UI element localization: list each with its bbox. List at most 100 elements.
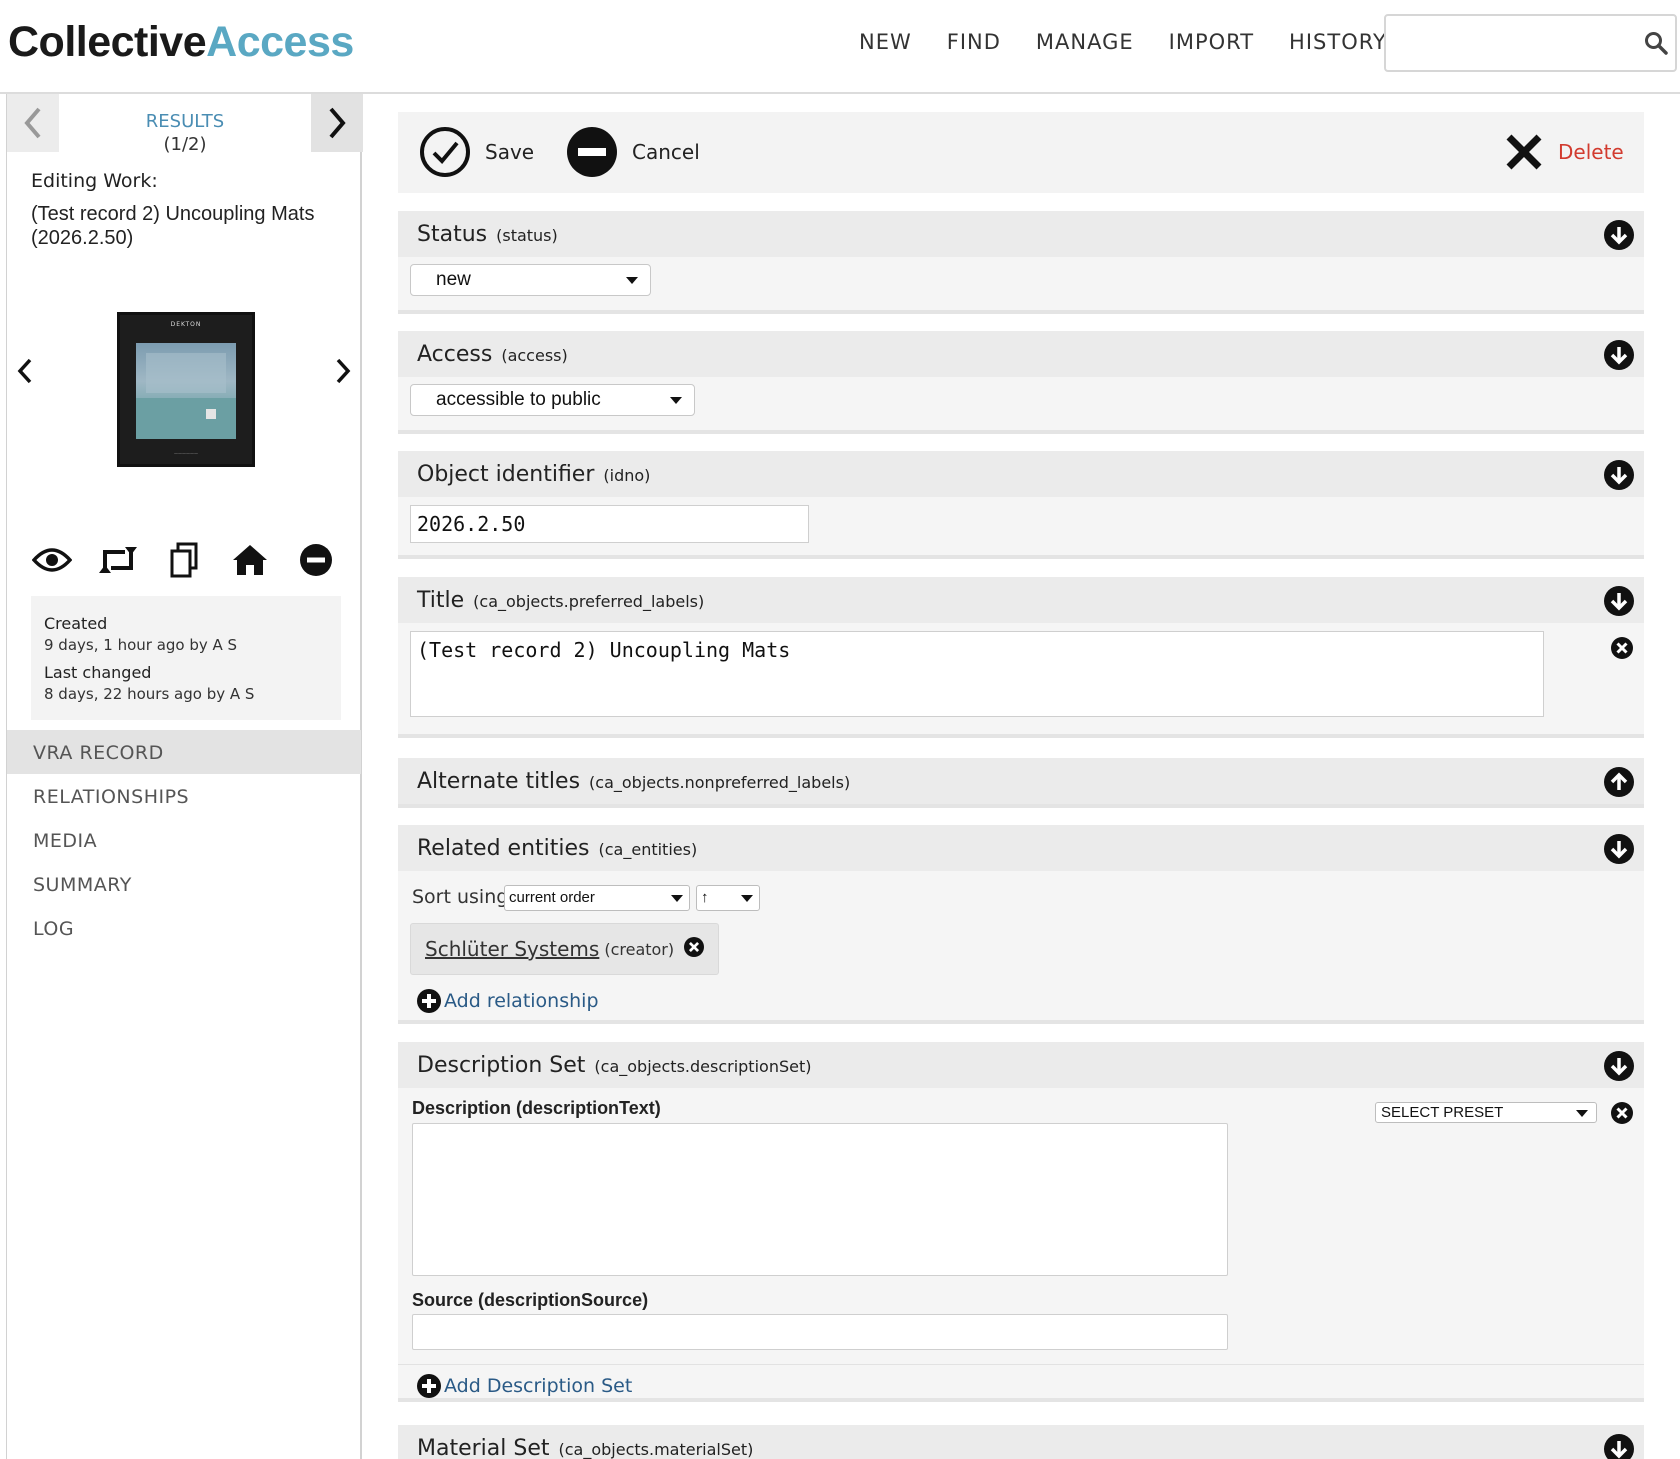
sort-direction-value: ↑ <box>701 889 709 906</box>
bundle-description-set: Description Set (ca_objects.descriptionS… <box>398 1042 1644 1402</box>
description-textarea[interactable] <box>412 1123 1228 1276</box>
remove-button[interactable] <box>293 540 339 580</box>
chevron-right-icon <box>329 107 346 139</box>
bundle-header: Status (status) <box>398 211 1644 257</box>
access-select[interactable]: accessible to public <box>410 384 695 416</box>
bundle-header: Alternate titles (ca_objects.nonpreferre… <box>398 758 1644 804</box>
add-relationship-button[interactable]: Add relationship <box>417 989 599 1013</box>
results-navigation: RESULTS (1/2) <box>7 94 363 155</box>
bundle-code: (ca_objects.preferred_labels) <box>473 592 705 611</box>
bundle-related-entities: Related entities (ca_entities) Sort usin… <box>398 825 1644 1024</box>
logo-text-access: Access <box>206 18 354 66</box>
bundle-alternate-titles: Alternate titles (ca_objects.nonpreferre… <box>398 758 1644 808</box>
created-value: 9 days, 1 hour ago by A S <box>44 636 238 654</box>
search-icon[interactable] <box>1643 30 1669 60</box>
collapse-toggle[interactable] <box>1604 1051 1634 1099</box>
bundle-title: Description Set <box>417 1053 586 1078</box>
media-thumbnail[interactable]: DEKTON —————— <box>117 312 255 467</box>
bundle-header: Access (access) <box>398 331 1644 377</box>
results-count: (1/2) <box>163 134 207 155</box>
related-entity-link[interactable]: Schlüter Systems <box>425 937 599 961</box>
search-box <box>1384 14 1677 72</box>
sidenav-media[interactable]: MEDIA <box>7 818 361 862</box>
source-field[interactable] <box>412 1314 1228 1350</box>
check-circle-icon <box>420 127 470 177</box>
search-input[interactable] <box>1394 18 1624 68</box>
preset-select[interactable]: SELECT PRESET <box>1375 1102 1597 1123</box>
change-type-button[interactable] <box>95 540 141 580</box>
source-code: (descriptionSource) <box>478 1290 649 1310</box>
record-metadata: Created 9 days, 1 hour ago by A S Last c… <box>31 596 341 720</box>
close-circle-icon <box>684 937 705 957</box>
nav-history[interactable]: HISTORY <box>1289 30 1387 54</box>
collapse-toggle[interactable] <box>1604 1434 1634 1459</box>
minus-circle-icon <box>567 127 617 177</box>
delete-button[interactable]: Delete <box>1504 124 1624 180</box>
plus-circle-icon <box>417 989 441 1013</box>
expand-toggle[interactable] <box>1604 767 1634 815</box>
collapse-toggle[interactable] <box>1604 220 1634 268</box>
sidenav-summary[interactable]: SUMMARY <box>7 862 361 906</box>
retweet-icon <box>99 547 137 573</box>
close-circle-icon <box>1611 1102 1633 1124</box>
source-label-text: Source <box>412 1290 474 1310</box>
nav-new[interactable]: NEW <box>859 30 912 54</box>
close-circle-icon <box>1611 637 1633 659</box>
add-description-set-button[interactable]: Add Description Set <box>417 1374 632 1398</box>
bundle-material-set: Material Set (ca_objects.materialSet) <box>398 1425 1644 1459</box>
collapse-toggle[interactable] <box>1604 586 1634 634</box>
cancel-label: Cancel <box>632 140 700 164</box>
arrow-up-circle-icon <box>1604 767 1634 797</box>
title-field[interactable]: (Test record 2) Uncoupling Mats <box>410 631 1544 717</box>
arrow-down-circle-icon <box>1604 1434 1634 1459</box>
bundle-title: Related entities <box>417 836 590 861</box>
thumbnail-brand-text: DEKTON <box>170 321 202 328</box>
sidenav-vra-record[interactable]: VRA RECORD <box>7 730 361 774</box>
sort-direction-select[interactable]: ↑ <box>696 885 760 911</box>
save-button[interactable]: Save <box>419 124 534 180</box>
app-logo[interactable]: CollectiveAccess <box>8 18 354 67</box>
duplicate-button[interactable] <box>161 540 207 580</box>
results-link[interactable]: RESULTS (1/2) <box>59 110 311 156</box>
bundle-code: (ca_objects.descriptionSet) <box>594 1057 812 1076</box>
media-next-button[interactable] <box>333 356 353 390</box>
sidenav-log[interactable]: LOG <box>7 906 361 950</box>
relationship-item: Schlüter Systems (creator) <box>410 923 720 975</box>
collapse-toggle[interactable] <box>1604 340 1634 388</box>
bundle-header: Object identifier (idno) <box>398 451 1644 497</box>
bundle-title: Material Set <box>417 1436 550 1459</box>
add-description-set-label: Add Description Set <box>444 1375 633 1397</box>
bundle-code: (ca_objects.materialSet) <box>558 1440 754 1459</box>
sort-label: Sort using <box>412 886 509 908</box>
collapse-toggle[interactable] <box>1604 460 1634 508</box>
divider <box>398 1364 1644 1365</box>
chevron-down-icon <box>670 397 682 404</box>
last-changed-value: 8 days, 22 hours ago by A S <box>44 685 255 703</box>
screen-nav: VRA RECORD RELATIONSHIPS MEDIA SUMMARY L… <box>7 730 361 950</box>
access-selected-value: accessible to public <box>436 389 601 410</box>
plus-circle-icon <box>417 1374 441 1398</box>
view-button[interactable] <box>29 540 75 580</box>
remove-title-button[interactable] <box>1611 637 1633 663</box>
results-next-button[interactable] <box>311 94 363 152</box>
bundle-code: (status) <box>496 226 558 245</box>
media-prev-button[interactable] <box>15 356 35 390</box>
idno-field[interactable]: 2026.2.50 <box>410 505 809 543</box>
set-home-location-button[interactable] <box>227 540 273 580</box>
nav-find[interactable]: FIND <box>947 30 1001 54</box>
eye-icon <box>32 548 72 572</box>
bundle-title: Title <box>417 588 465 613</box>
cancel-button[interactable]: Cancel <box>566 124 700 180</box>
results-prev-button[interactable] <box>7 94 59 152</box>
remove-relationship-button[interactable] <box>684 937 705 961</box>
nav-import[interactable]: IMPORT <box>1169 30 1254 54</box>
status-select[interactable]: new <box>410 264 651 296</box>
nav-manage[interactable]: MANAGE <box>1036 30 1134 54</box>
inspector-sidebar: RESULTS (1/2) Editing Work: (Test record… <box>6 94 363 1459</box>
sidenav-relationships[interactable]: RELATIONSHIPS <box>7 774 361 818</box>
thumbnail-caption-bar: —————— <box>174 451 198 456</box>
minus-circle-icon <box>300 544 332 576</box>
sort-field-select[interactable]: current order <box>504 885 690 911</box>
collapse-toggle[interactable] <box>1604 834 1634 882</box>
remove-description-button[interactable] <box>1611 1102 1633 1128</box>
